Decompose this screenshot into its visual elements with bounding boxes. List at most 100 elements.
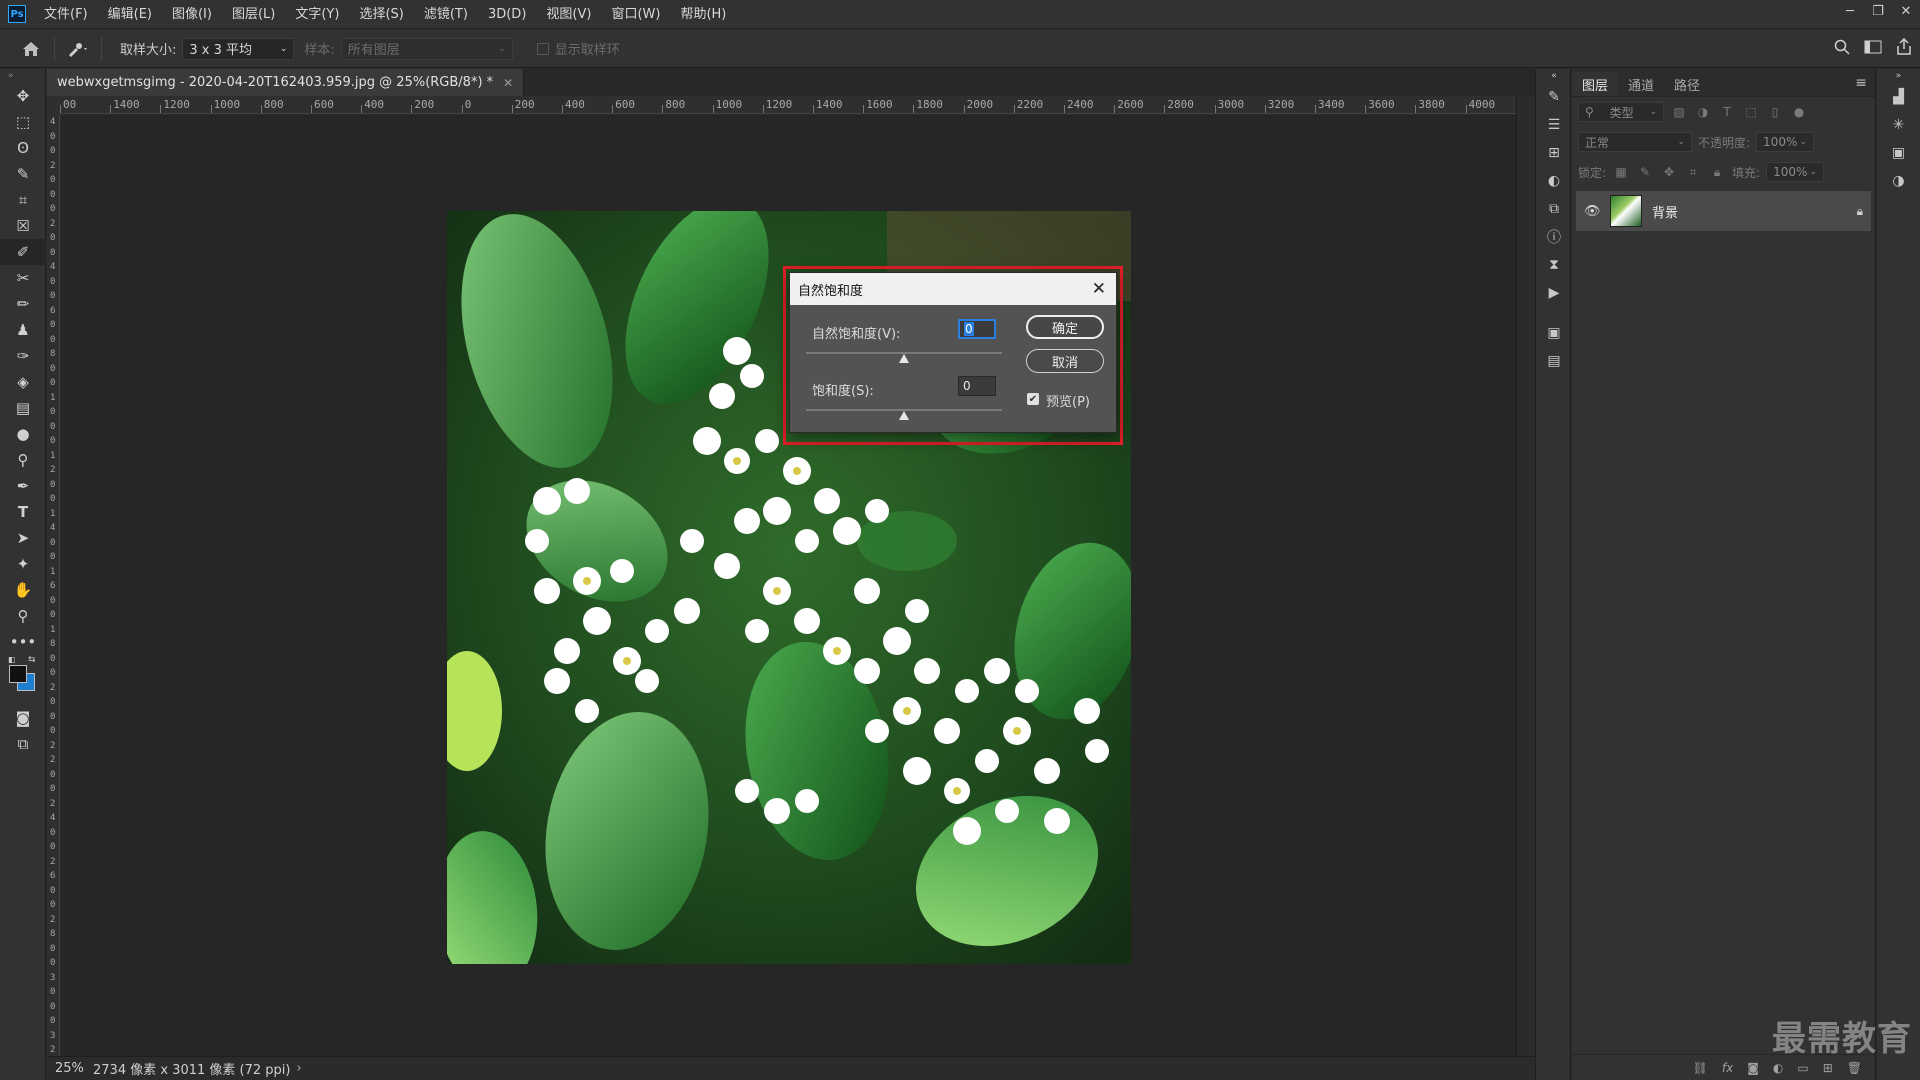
lock-image-icon[interactable]: ✎ — [1636, 165, 1654, 179]
eyedropper-tool-icon[interactable]: ✐ — [0, 239, 46, 265]
saturation-input[interactable]: 0 — [958, 376, 996, 396]
collapse-right-icon[interactable]: » — [1877, 69, 1920, 83]
history-brush-tool-icon[interactable]: ✑ — [0, 343, 46, 369]
show-ring-checkbox[interactable] — [536, 42, 549, 55]
menu-filter[interactable]: 滤镜(T) — [414, 0, 478, 29]
more-tools-icon[interactable]: ••• — [0, 629, 46, 655]
type-tool-icon[interactable]: T — [0, 499, 46, 525]
filter-pixel-icon[interactable]: ▨ — [1670, 105, 1688, 119]
filter-shape-icon[interactable]: ⬚ — [1742, 105, 1760, 119]
move-tool-icon[interactable]: ✥ — [0, 83, 46, 109]
filter-adjustment-icon[interactable]: ◑ — [1694, 105, 1712, 119]
layer-filter-select[interactable]: ⚲ 类型 ⌄ — [1578, 102, 1664, 122]
layer-name[interactable]: 背景 — [1652, 202, 1847, 221]
group-icon[interactable]: ▭ — [1797, 1061, 1808, 1075]
adjustment-icon[interactable]: ◐ — [1773, 1061, 1783, 1075]
trash-icon[interactable]: 🗑︎ — [1847, 1061, 1862, 1075]
tab-layers[interactable]: 图层 — [1572, 72, 1619, 96]
menu-3d[interactable]: 3D(D) — [478, 0, 536, 29]
path-selection-tool-icon[interactable]: ➤ — [0, 525, 46, 551]
lock-transparent-icon[interactable]: ▦ — [1612, 165, 1630, 179]
brush-tool-icon[interactable]: ✏ — [0, 291, 46, 317]
hand-tool-icon[interactable]: ✋ — [0, 577, 46, 603]
zoom-level[interactable]: 25% — [47, 1061, 89, 1076]
canvas-area[interactable] — [61, 115, 1516, 1056]
collapse-toolbar-icon[interactable]: » — [0, 69, 46, 83]
eye-icon[interactable]: 👁︎ — [1584, 204, 1601, 219]
eraser-tool-icon[interactable]: ◈ — [0, 369, 46, 395]
document-info[interactable]: 2734 像素 x 3011 像素 (72 ppi) — [89, 1059, 290, 1078]
zoom-tool-icon[interactable]: ⚲ — [0, 603, 46, 629]
shape-tool-icon[interactable]: ✦ — [0, 551, 46, 577]
clone-stamp-tool-icon[interactable]: ♟ — [0, 317, 46, 343]
saturation-slider-thumb[interactable] — [899, 411, 909, 420]
quick-selection-tool-icon[interactable]: ✎ — [0, 161, 46, 187]
new-layer-icon[interactable]: ⊞ — [1823, 1061, 1833, 1075]
histogram-icon[interactable]: ▟ — [1877, 83, 1920, 111]
frame-tool-icon[interactable]: ☒ — [0, 213, 46, 239]
tab-paths[interactable]: 路径 — [1664, 72, 1710, 96]
home-icon[interactable] — [16, 34, 46, 64]
history-icon[interactable]: ⧗ — [1536, 251, 1572, 279]
share-icon[interactable] — [1896, 37, 1912, 60]
actions-play-icon[interactable]: ▶ — [1536, 279, 1572, 307]
vertical-scrollbar[interactable] — [1516, 96, 1535, 1056]
brush-settings-icon[interactable]: ✎ — [1536, 83, 1572, 111]
menu-layer[interactable]: 图层(L) — [222, 0, 285, 29]
tab-channels[interactable]: 通道 — [1618, 72, 1664, 96]
lasso-tool-icon[interactable]: ʘ — [0, 135, 46, 161]
blur-tool-icon[interactable]: ● — [0, 421, 46, 447]
ok-button[interactable]: 确定 — [1026, 315, 1104, 339]
search-icon[interactable] — [1834, 39, 1850, 59]
blend-mode-select[interactable]: 正常 ⌄ — [1578, 132, 1692, 152]
dodge-tool-icon[interactable]: ⚲ — [0, 447, 46, 473]
preview-checkbox[interactable]: ✔ — [1027, 393, 1039, 405]
styles-icon[interactable]: ◑ — [1877, 167, 1920, 195]
horizontal-ruler[interactable]: 00 1400 1200 1000 800 600 400 200 0 200 400 600 800 1… — [60, 96, 1516, 114]
lock-position-icon[interactable]: ✥ — [1660, 165, 1678, 179]
vertical-ruler[interactable]: 4 0 0 2 0 0 0 2 0 0 4 0 0 6 0 0 8 0 0 1 0 0 0 1 2 0 0 1 4 0 0 1 6 0 0 1 8 0 0 2… — [47, 114, 60, 1056]
fx-icon[interactable]: fx — [1722, 1061, 1733, 1075]
swatches-icon[interactable]: ▣ — [1877, 139, 1920, 167]
pen-tool-icon[interactable]: ✒ — [0, 473, 46, 499]
menu-image[interactable]: 图像(I) — [162, 0, 222, 29]
minimize-icon[interactable]: ─ — [1836, 0, 1864, 22]
foreground-color-swatch[interactable] — [9, 665, 27, 683]
vibrance-input[interactable]: 0 — [958, 319, 996, 339]
adjustments-icon[interactable]: ☰ — [1536, 111, 1572, 139]
link-icon[interactable]: ⛓ — [1693, 1061, 1708, 1075]
quick-mask-icon[interactable]: ◙ — [0, 705, 46, 731]
marquee-tool-icon[interactable]: ⬚ — [0, 109, 46, 135]
layer-row[interactable]: 👁︎ 背景 🔒︎ — [1576, 191, 1871, 231]
menu-help[interactable]: 帮助(H) — [670, 0, 736, 29]
lock-all-icon[interactable]: 🔒︎ — [1708, 165, 1726, 180]
screen-mode-icon[interactable]: ⧉ — [0, 731, 46, 757]
default-colors-icon[interactable]: ◧ — [8, 655, 16, 664]
opacity-field[interactable]: 100% ⌄ — [1756, 132, 1815, 152]
crop-tool-icon[interactable]: ⌗ — [0, 187, 46, 213]
lock-icon[interactable]: 🔒︎ — [1857, 204, 1863, 219]
close-tab-icon[interactable]: ✕ — [503, 76, 513, 90]
filter-type-icon[interactable]: T — [1718, 105, 1736, 119]
lock-artboard-icon[interactable]: ⌗ — [1684, 165, 1702, 180]
close-icon[interactable]: ✕ — [1092, 279, 1106, 299]
properties-icon[interactable]: ▣ — [1536, 319, 1572, 347]
mask-icon[interactable]: ◙ — [1747, 1061, 1759, 1075]
info-icon[interactable]: ⓘ — [1536, 223, 1572, 251]
navigator-icon[interactable]: ✳ — [1877, 111, 1920, 139]
sample-select[interactable]: 所有图层 ⌄ — [340, 37, 513, 60]
panel-menu-icon[interactable]: ≡ — [1855, 75, 1867, 91]
workspace-icon[interactable] — [1864, 40, 1882, 58]
menu-type[interactable]: 文字(Y) — [285, 0, 349, 29]
healing-brush-tool-icon[interactable]: ✂ — [0, 265, 46, 291]
color-icon[interactable]: ◐ — [1536, 167, 1572, 195]
clone-source-icon[interactable]: ⧉ — [1536, 195, 1572, 223]
vibrance-slider-thumb[interactable] — [899, 354, 909, 363]
notes-icon[interactable]: ▤ — [1536, 347, 1572, 375]
menu-edit[interactable]: 编辑(E) — [98, 0, 162, 29]
chevron-right-icon[interactable]: › — [296, 1061, 301, 1076]
collapse-dock-icon[interactable]: « — [1536, 69, 1572, 83]
filter-smart-object-icon[interactable]: ▯ — [1766, 105, 1784, 119]
sample-size-select[interactable]: 3 x 3 平均 ⌄ — [182, 37, 295, 60]
close-window-icon[interactable]: ✕ — [1892, 0, 1920, 22]
